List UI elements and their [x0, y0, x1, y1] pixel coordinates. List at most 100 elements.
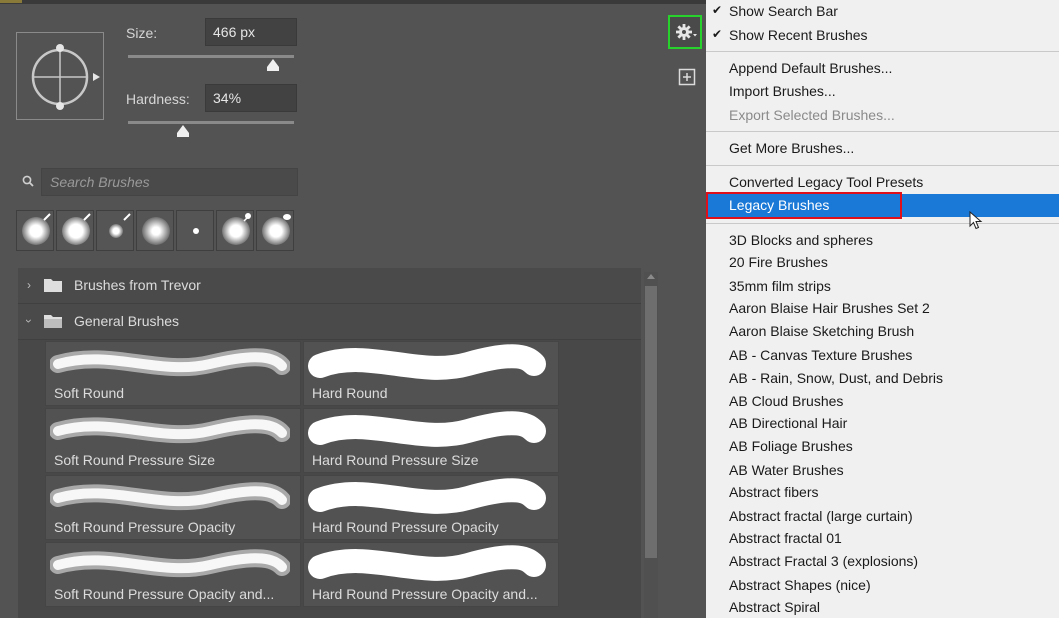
menu-item-brush-set[interactable]: Abstract Fractal 3 (explosions) — [706, 550, 1059, 573]
size-label: Size: — [126, 25, 158, 41]
preset-soft-round-pressure-opacity-and-flow[interactable]: Soft Round Pressure Opacity and... — [45, 542, 301, 607]
preset-name: Soft Round Pressure Size — [54, 452, 216, 468]
menu-item-converted-legacy-tool-presets[interactable]: Converted Legacy Tool Presets — [706, 171, 1059, 194]
menu-item-brush-set[interactable]: 20 Fire Brushes — [706, 251, 1059, 274]
menu-label: AB - Canvas Texture Brushes — [729, 347, 913, 363]
menu-item-get-more-brushes[interactable]: Get More Brushes... — [706, 137, 1059, 160]
brush-settings-panel: Size: 466 px Hardness: 34% Search Brushe… — [0, 0, 706, 618]
menu-item-show-recent-brushes[interactable]: ✔ Show Recent Brushes — [706, 24, 1059, 47]
menu-label: Import Brushes... — [729, 83, 836, 99]
menu-label: Show Recent Brushes — [729, 27, 868, 43]
menu-label: 35mm film strips — [729, 278, 831, 294]
brush-panel-flyout-menu: ✔ Show Search Bar ✔ Show Recent Brushes Ap… — [706, 0, 1059, 618]
brush-tip-dot — [109, 224, 123, 238]
menu-item-brush-set[interactable]: 35mm film strips — [706, 275, 1059, 298]
menu-item-brush-set[interactable]: Aaron Blaise Sketching Brush — [706, 320, 1059, 343]
preset-name: Hard Round Pressure Opacity and... — [312, 586, 538, 602]
menu-item-brush-set[interactable]: AB Foliage Brushes — [706, 435, 1059, 458]
menu-item-brush-set[interactable]: Abstract fractal (large curtain) — [706, 505, 1059, 528]
chevron-down-icon[interactable]: › — [22, 319, 36, 323]
menu-item-brush-set[interactable]: AB - Rain, Snow, Dust, and Debris — [706, 367, 1059, 390]
stroke-preview — [50, 415, 290, 444]
menu-label: Converted Legacy Tool Presets — [729, 174, 924, 190]
brush-tip-preview[interactable] — [16, 32, 104, 120]
recent-brush-6[interactable] — [216, 210, 254, 251]
menu-label: AB Water Brushes — [729, 462, 844, 478]
preset-hard-round-pressure-opacity-and-flow[interactable]: Hard Round Pressure Opacity and... — [303, 542, 559, 607]
legacy-brushes-callout — [706, 192, 902, 219]
preset-name: Soft Round — [54, 385, 125, 401]
menu-label: Aaron Blaise Hair Brushes Set 2 — [729, 300, 930, 316]
preset-soft-round[interactable]: Soft Round — [45, 341, 301, 406]
chevron-right-icon[interactable]: › — [27, 278, 31, 292]
recent-brush-4[interactable] — [136, 210, 174, 251]
checkmark-icon: ✔ — [712, 3, 723, 17]
recent-brush-3[interactable] — [96, 210, 134, 251]
scroll-up-arrow-icon[interactable] — [647, 274, 655, 279]
menu-separator — [706, 223, 1059, 224]
size-input[interactable]: 466 px — [205, 18, 297, 46]
recent-brush-7[interactable] — [256, 210, 294, 251]
checkmark-icon: ✔ — [712, 27, 723, 41]
menu-item-brush-set[interactable]: AB Water Brushes — [706, 459, 1059, 482]
folder-row-general-brushes[interactable]: › General Brushes — [18, 304, 641, 340]
folder-row-brushes-from-trevor[interactable]: › Brushes from Trevor — [18, 268, 641, 304]
menu-label: Get More Brushes... — [729, 140, 855, 156]
eraser-icon — [283, 214, 291, 220]
menu-label: AB Directional Hair — [729, 415, 848, 431]
menu-item-brush-set[interactable]: 3D Blocks and spheres — [706, 229, 1059, 252]
settings-menu-button[interactable] — [668, 15, 702, 49]
stroke-preview — [308, 411, 546, 447]
menu-item-brush-set[interactable]: Abstract Spiral — [706, 596, 1059, 618]
menu-label: Show Search Bar — [729, 3, 838, 19]
preset-soft-round-pressure-size[interactable]: Soft Round Pressure Size — [45, 408, 301, 473]
new-brush-icon[interactable] — [678, 68, 696, 86]
preset-hard-round[interactable]: Hard Round — [303, 341, 559, 406]
recent-brush-5[interactable] — [176, 210, 214, 251]
preset-list-scrollbar[interactable] — [644, 272, 658, 618]
menu-label: Aaron Blaise Sketching Brush — [729, 323, 915, 339]
search-brushes-input[interactable]: Search Brushes — [41, 168, 298, 196]
hardness-input[interactable]: 34% — [205, 84, 297, 112]
gear-icon — [676, 24, 697, 40]
brush-preset-list: › Brushes from Trevor › General Brushes … — [18, 268, 641, 618]
preset-name: Hard Round — [312, 385, 388, 401]
menu-item-brush-set[interactable]: Aaron Blaise Hair Brushes Set 2 — [706, 297, 1059, 320]
menu-item-append-default-brushes[interactable]: Append Default Brushes... — [706, 57, 1059, 80]
menu-label: Abstract fractal 01 — [729, 530, 842, 546]
menu-item-import-brushes[interactable]: Import Brushes... — [706, 80, 1059, 103]
brush-tip-dot — [193, 228, 199, 234]
recent-brush-2[interactable] — [56, 210, 94, 251]
stroke-preview — [308, 545, 546, 581]
preset-soft-round-pressure-opacity[interactable]: Soft Round Pressure Opacity — [45, 475, 301, 540]
preset-hard-round-pressure-opacity[interactable]: Hard Round Pressure Opacity — [303, 475, 559, 540]
menu-label: AB Cloud Brushes — [729, 393, 844, 409]
folder-name: General Brushes — [74, 313, 180, 329]
menu-item-brush-set[interactable]: Abstract Shapes (nice) — [706, 574, 1059, 597]
menu-label: 20 Fire Brushes — [729, 254, 828, 270]
preset-name: Soft Round Pressure Opacity — [54, 519, 236, 535]
menu-label: AB Foliage Brushes — [729, 438, 853, 454]
menu-item-brush-set[interactable]: AB Directional Hair — [706, 412, 1059, 435]
preset-name: Hard Round Pressure Size — [312, 452, 479, 468]
menu-item-brush-set[interactable]: AB Cloud Brushes — [706, 390, 1059, 413]
stroke-preview — [50, 482, 290, 511]
hardness-slider-thumb[interactable] — [176, 124, 190, 138]
menu-item-brush-set[interactable]: AB - Canvas Texture Brushes — [706, 344, 1059, 367]
menu-label: Export Selected Brushes... — [729, 107, 895, 123]
preset-hard-round-pressure-size[interactable]: Hard Round Pressure Size — [303, 408, 559, 473]
recent-brush-1[interactable] — [16, 210, 54, 251]
menu-item-show-search-bar[interactable]: ✔ Show Search Bar — [706, 0, 1059, 23]
hardness-slider-track[interactable] — [128, 121, 294, 124]
menu-label: AB - Rain, Snow, Dust, and Debris — [729, 370, 943, 386]
scrollbar-thumb[interactable] — [645, 286, 657, 558]
brush-tool-icon — [83, 213, 91, 221]
mouse-cursor-icon — [969, 211, 983, 230]
menu-item-brush-set[interactable]: Abstract fibers — [706, 481, 1059, 504]
menu-label: Abstract Fractal 3 (explosions) — [729, 553, 919, 569]
panel-top-strip — [0, 0, 706, 4]
size-slider-thumb[interactable] — [266, 58, 280, 72]
menu-item-brush-set[interactable]: Abstract fractal 01 — [706, 527, 1059, 550]
menu-separator — [706, 165, 1059, 166]
folder-name: Brushes from Trevor — [74, 277, 201, 293]
